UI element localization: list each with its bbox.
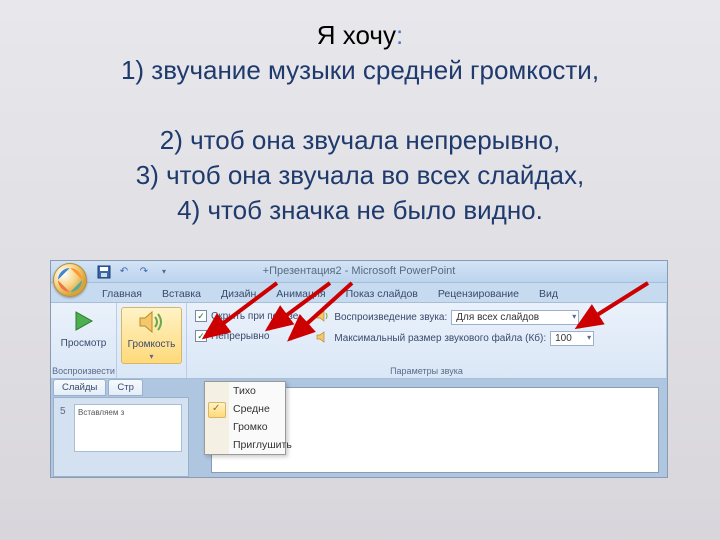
title-line3: 3) чтоб она звучала во всех слайдах, <box>136 160 584 190</box>
group-params-label: Параметры звука <box>195 365 658 377</box>
title-line1: 1) звучание музыки средней громкости, <box>121 55 599 85</box>
volume-button[interactable]: Громкость ▾ <box>121 307 183 364</box>
tab-review[interactable]: Рецензирование <box>429 285 528 302</box>
tab-view[interactable]: Вид <box>530 285 567 302</box>
preview-label: Просмотр <box>61 338 107 349</box>
speaker-mini-icon-2 <box>316 331 330 346</box>
hide-checkbox[interactable]: ✓ <box>195 310 207 322</box>
undo-icon[interactable]: ↶ <box>117 265 131 279</box>
tab-slideshow[interactable]: Показ слайдов <box>337 285 427 302</box>
tab-design[interactable]: Дизайн <box>212 285 265 302</box>
continuous-checkbox[interactable]: ✓ <box>195 330 207 342</box>
hide-label: Скрыть при показе <box>211 311 298 322</box>
menu-quiet[interactable]: Тихо <box>205 382 285 400</box>
continuous-label: Непрерывно <box>211 331 269 342</box>
group-play-label: Воспроизвести <box>52 365 115 377</box>
office-button[interactable] <box>53 263 87 297</box>
volume-menu: Тихо Средне Громко Приглушить <box>204 381 286 455</box>
max-size-dropdown[interactable]: 100 <box>550 331 594 346</box>
title-colon: : <box>396 20 403 50</box>
play-sound-dropdown[interactable]: Для всех слайдов <box>451 310 579 325</box>
volume-label: Громкость <box>128 339 176 350</box>
play-sound-label: Воспроизведение звука: <box>334 312 447 323</box>
chevron-down-icon: ▾ <box>150 352 154 361</box>
max-size-label: Максимальный размер звукового файла (Кб)… <box>334 333 546 344</box>
title-prefix: Я хочу <box>317 20 396 50</box>
tab-outline-thumb[interactable]: Стр <box>108 379 143 396</box>
preview-button[interactable]: Просмотр <box>55 307 113 351</box>
title-line2: 2) чтоб она звучала непрерывно, <box>160 125 560 155</box>
window-title: +Презентация2 - Microsoft PowerPoint <box>263 265 456 277</box>
powerpoint-window: ↶ ↷ ▾ +Презентация2 - Microsoft PowerPoi… <box>50 260 668 478</box>
ribbon-tabs: Главная Вставка Дизайн Анимация Показ сл… <box>51 283 667 303</box>
menu-mute[interactable]: Приглушить <box>205 436 285 454</box>
tab-home[interactable]: Главная <box>93 285 151 302</box>
speaker-icon <box>138 310 166 337</box>
save-icon[interactable] <box>97 265 111 279</box>
qat-more-icon[interactable]: ▾ <box>157 265 171 279</box>
redo-icon[interactable]: ↷ <box>137 265 151 279</box>
menu-loud[interactable]: Громко <box>205 418 285 436</box>
menu-medium[interactable]: Средне <box>205 400 285 418</box>
title-line4: 4) чтоб значка не было видно. <box>177 195 543 225</box>
play-icon <box>72 309 96 336</box>
ribbon-body: Просмотр Воспроизвести Громкость ▾ ✓ Скр… <box>51 303 667 379</box>
tab-insert[interactable]: Вставка <box>153 285 210 302</box>
thumbnail-panel: 5 Вставляем з <box>53 397 189 477</box>
group-label-empty <box>150 365 153 377</box>
slide-number: 5 <box>60 406 66 417</box>
titlebar: ↶ ↷ ▾ +Презентация2 - Microsoft PowerPoi… <box>51 261 667 283</box>
document-area: Слайды Стр 5 Вставляем з <box>51 379 667 477</box>
speaker-mini-icon <box>316 310 330 325</box>
tab-animation[interactable]: Анимация <box>267 285 334 302</box>
tab-slides-thumb[interactable]: Слайды <box>53 379 106 396</box>
slide-thumbnail[interactable]: Вставляем з <box>74 404 182 452</box>
